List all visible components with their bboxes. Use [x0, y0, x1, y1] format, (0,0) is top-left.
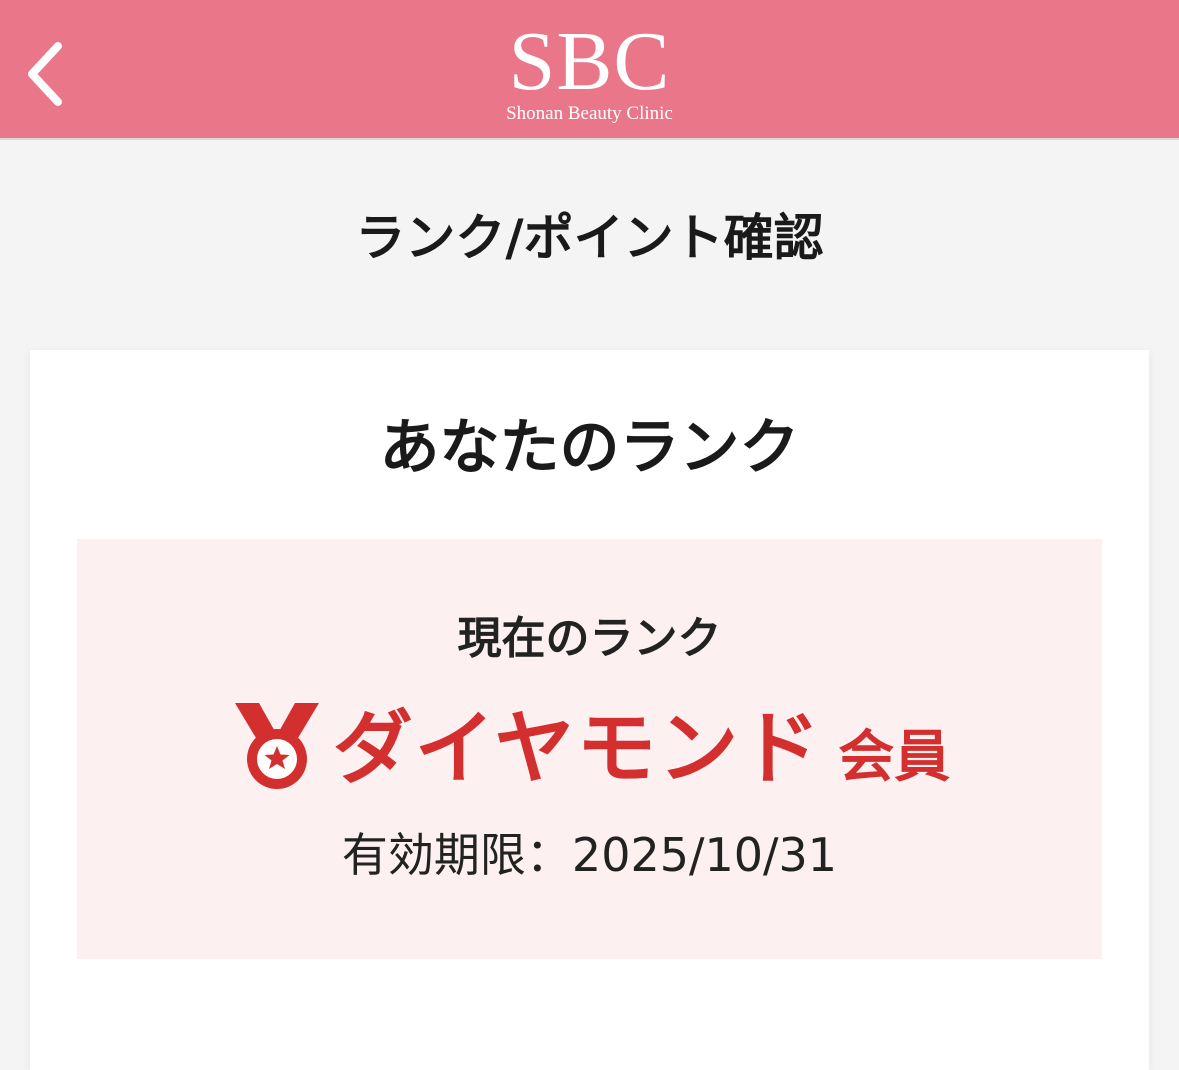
medal-star-icon — [234, 703, 319, 789]
rank-card: あなたのランク 現在のランク ダイヤモンド 会員 有効期限：2025/10/31 — [30, 350, 1149, 1070]
rank-card-title: あなたのランク — [379, 413, 800, 483]
rank-expiry: 有効期限：2025/10/31 — [341, 828, 838, 882]
page-title: ランク/ポイント確認 — [355, 209, 824, 267]
current-rank-label: 現在のランク — [457, 613, 722, 664]
rank-display: ダイヤモンド 会員 — [77, 697, 1102, 797]
current-rank-box: 現在のランク ダイヤモンド 会員 有効期限：2025/10/31 — [77, 539, 1102, 959]
rank-suffix: 会員 — [838, 725, 951, 790]
logo-sub-text: Shonan Beauty Clinic — [506, 103, 673, 124]
rank-name: ダイヤモンド — [332, 702, 823, 795]
app-header: SBC Shonan Beauty Clinic — [0, 0, 1179, 140]
brand-logo: SBC Shonan Beauty Clinic — [0, 18, 1179, 124]
logo-main-text: SBC — [508, 15, 671, 108]
